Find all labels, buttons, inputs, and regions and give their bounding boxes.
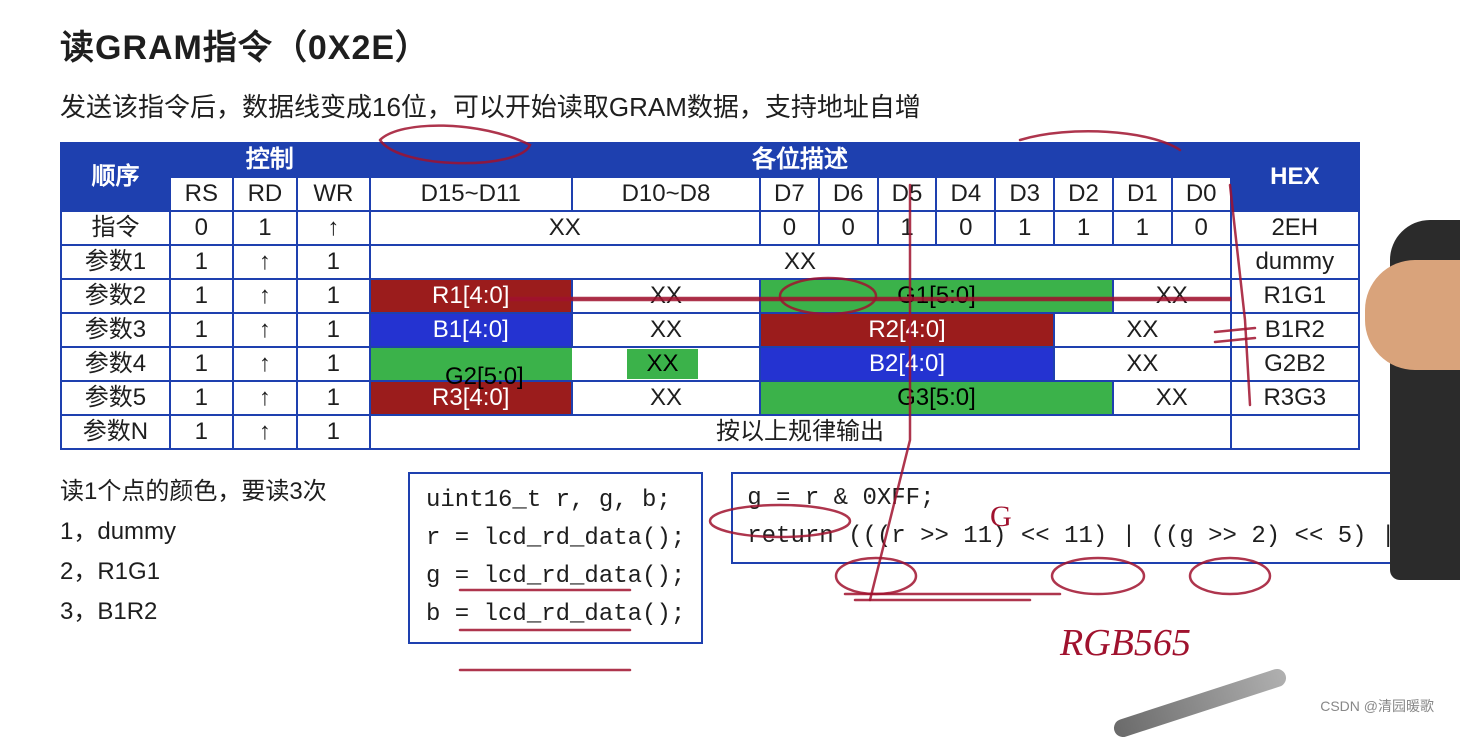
th-rs: RS — [170, 177, 233, 211]
table-row: 参数N 1 ↑ 1 按以上规律输出 — [61, 415, 1359, 449]
th-d0: D0 — [1172, 177, 1231, 211]
presenter-face — [1365, 260, 1460, 370]
subtitle: 发送该指令后，数据线变成16位，可以开始读取GRAM数据，支持地址自增 — [60, 87, 1420, 124]
code-block-1: uint16_t r, g, b; r = lcd_rd_data(); g =… — [408, 472, 703, 644]
notes-line3: 2，R1G1 — [60, 552, 380, 592]
th-d4: D4 — [936, 177, 995, 211]
notes-line2: 1，dummy — [60, 512, 380, 552]
cell-r1: R1[4:0] — [370, 279, 572, 313]
table-row: 参数2 1 ↑ 1 R1[4:0] XX G1[5:0] XX R1G1 — [61, 279, 1359, 313]
code-block-2: g = r & 0XFF; return (((r >> 11) << 11) … — [731, 472, 1460, 564]
th-order: 顺序 — [61, 143, 170, 211]
th-rd: RD — [233, 177, 298, 211]
cell-b1: B1[4:0] — [370, 313, 572, 347]
notes: 读1个点的颜色，要读3次 1，dummy 2，R1G1 3，B1R2 — [60, 472, 380, 632]
table-row: 参数4 1 ↑ 1 XX B2[4:0] XX G2B2 — [61, 347, 1359, 381]
table-row: 参数1 1 ↑ 1 XX dummy — [61, 245, 1359, 279]
th-wr: WR — [297, 177, 369, 211]
cell-b2: B2[4:0] — [760, 347, 1054, 381]
th-d15-11: D15~D11 — [370, 177, 572, 211]
watermark: CSDN @清园暖歌 — [1320, 696, 1434, 716]
table-row: 参数5 1 ↑ 1 R3[4:0] XX G3[5:0] XX R3G3 — [61, 381, 1359, 415]
table-row: 参数3 1 ↑ 1 B1[4:0] XX R2[4:0] XX B1R2 — [61, 313, 1359, 347]
cell-r2: R2[4:0] — [760, 313, 1054, 347]
th-d5: D5 — [878, 177, 937, 211]
th-bits: 各位描述 — [370, 143, 1231, 177]
gram-table: 顺序 控制 各位描述 HEX RS RD WR D15~D11 D10~D8 D… — [60, 142, 1360, 450]
page-title: 读GRAM指令（0X2E） — [60, 20, 1420, 69]
th-d6: D6 — [819, 177, 878, 211]
notes-line4: 3，B1R2 — [60, 592, 380, 632]
notes-line1: 读1个点的颜色，要读3次 — [60, 472, 380, 512]
th-hex: HEX — [1231, 143, 1359, 211]
table-row: 指令 0 1 ↑ XX 0 0 1 0 1 1 1 0 2EH — [61, 211, 1359, 245]
pointer-stick — [1112, 667, 1289, 739]
cell-g3: G3[5:0] — [760, 381, 1113, 415]
th-ctrl: 控制 — [170, 143, 370, 177]
th-d7: D7 — [760, 177, 819, 211]
th-d10-8: D10~D8 — [572, 177, 760, 211]
th-d2: D2 — [1054, 177, 1113, 211]
th-d1: D1 — [1113, 177, 1172, 211]
cell-g2: G2[5:0] — [445, 363, 524, 391]
cell-g1: G1[5:0] — [760, 279, 1113, 313]
th-d3: D3 — [995, 177, 1054, 211]
